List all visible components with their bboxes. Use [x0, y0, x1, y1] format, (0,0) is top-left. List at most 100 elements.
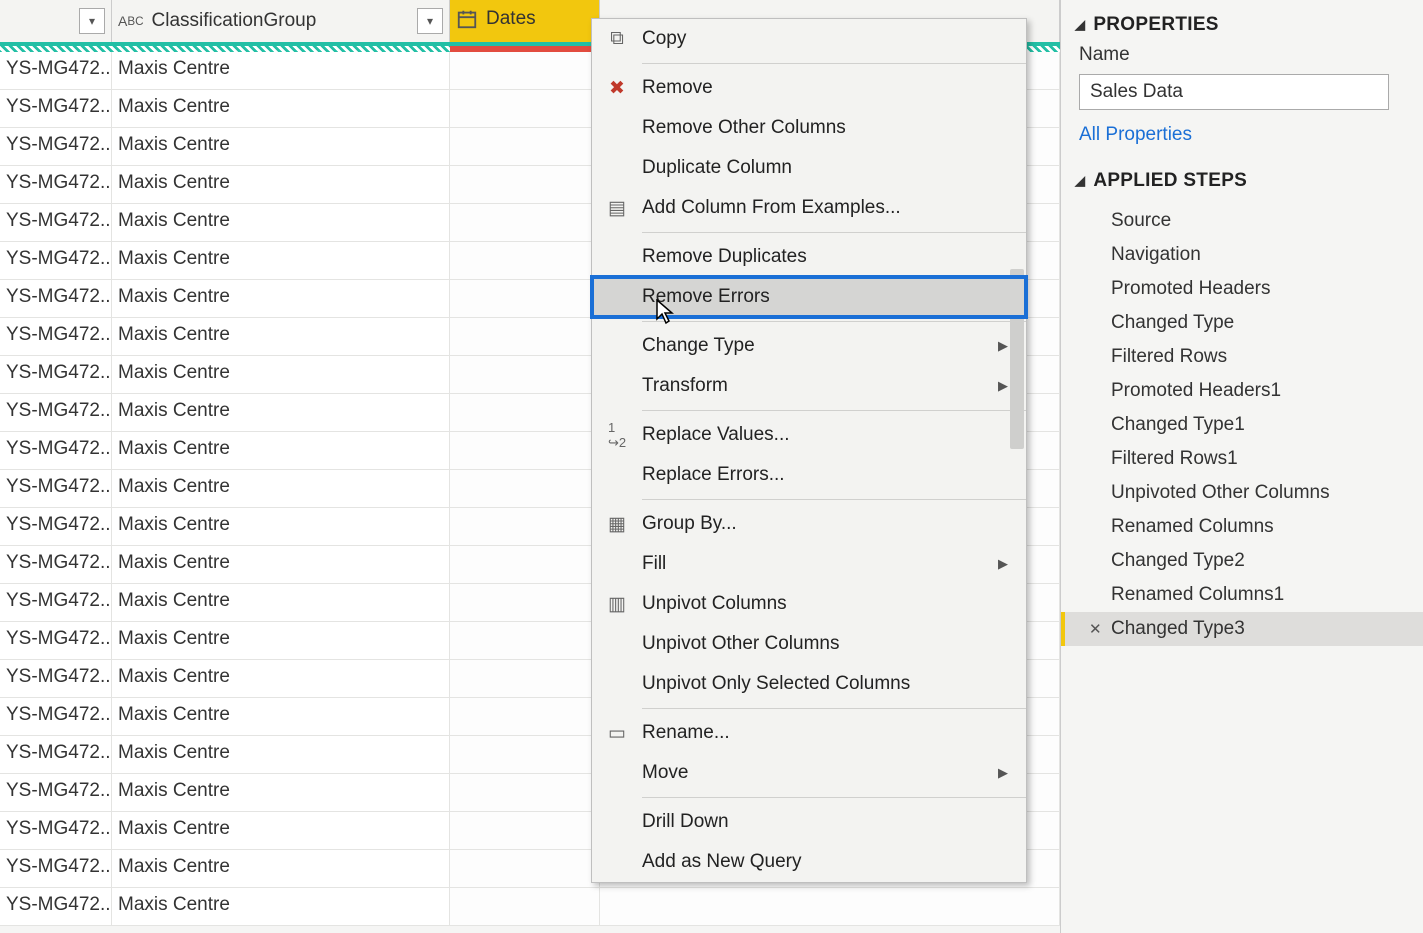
menu-change-type[interactable]: Change Type ▶	[592, 326, 1026, 366]
menu-add-column-from-examples[interactable]: ▤ Add Column From Examples...	[592, 188, 1026, 228]
menu-duplicate-column[interactable]: Duplicate Column	[592, 148, 1026, 188]
menu-add-as-new-query[interactable]: Add as New Query	[592, 842, 1026, 882]
menu-unpivot-columns[interactable]: ▥ Unpivot Columns	[592, 584, 1026, 624]
cell[interactable]: Maxis Centre	[112, 736, 450, 773]
cell[interactable]	[450, 546, 600, 583]
cell[interactable]	[450, 242, 600, 279]
cell[interactable]: YS-MG472...	[0, 622, 112, 659]
cell[interactable]: YS-MG472...	[0, 166, 112, 203]
menu-group-by[interactable]: ▦ Group By...	[592, 504, 1026, 544]
cell[interactable]	[450, 508, 600, 545]
cell[interactable]: Maxis Centre	[112, 698, 450, 735]
cell[interactable]: Maxis Centre	[112, 508, 450, 545]
menu-replace-errors[interactable]: Replace Errors...	[592, 455, 1026, 495]
cell[interactable]: Maxis Centre	[112, 622, 450, 659]
menu-unpivot-other-columns[interactable]: Unpivot Other Columns	[592, 624, 1026, 664]
cell[interactable]: YS-MG472...	[0, 432, 112, 469]
menu-move[interactable]: Move ▶	[592, 753, 1026, 793]
cell[interactable]: YS-MG472...	[0, 508, 112, 545]
cell[interactable]	[450, 812, 600, 849]
cell[interactable]: Maxis Centre	[112, 90, 450, 127]
cell[interactable]	[450, 204, 600, 241]
properties-section-header[interactable]: ◢ PROPERTIES	[1061, 8, 1423, 42]
cell[interactable]: YS-MG472...	[0, 660, 112, 697]
col-header-dates[interactable]: Dates	[450, 0, 600, 42]
cell[interactable]: Maxis Centre	[112, 128, 450, 165]
cell[interactable]: YS-MG472...	[0, 52, 112, 89]
cell[interactable]	[450, 280, 600, 317]
cell[interactable]: YS-MG472...	[0, 204, 112, 241]
cell[interactable]	[450, 318, 600, 355]
cell[interactable]	[450, 52, 600, 89]
cell[interactable]: Maxis Centre	[112, 584, 450, 621]
cell[interactable]	[450, 888, 600, 925]
cell[interactable]: YS-MG472...	[0, 356, 112, 393]
cell[interactable]: Maxis Centre	[112, 660, 450, 697]
applied-step-item[interactable]: Promoted Headers1	[1061, 374, 1423, 408]
applied-step-item[interactable]: Changed Type1	[1061, 408, 1423, 442]
cell[interactable]: YS-MG472...	[0, 90, 112, 127]
cell[interactable]: YS-MG472...	[0, 774, 112, 811]
menu-remove[interactable]: ✖ Remove	[592, 68, 1026, 108]
cell[interactable]: Maxis Centre	[112, 394, 450, 431]
applied-step-item[interactable]: Changed Type3	[1061, 612, 1423, 646]
cell[interactable]	[600, 888, 1060, 925]
cell[interactable]: YS-MG472...	[0, 736, 112, 773]
menu-rename[interactable]: ▭ Rename...	[592, 713, 1026, 753]
applied-step-item[interactable]: Filtered Rows	[1061, 340, 1423, 374]
cell[interactable]: YS-MG472...	[0, 280, 112, 317]
cell[interactable]: YS-MG472...	[0, 470, 112, 507]
cell[interactable]	[450, 850, 600, 887]
filter-dropdown-button[interactable]: ▾	[417, 8, 443, 34]
applied-step-item[interactable]: Changed Type	[1061, 306, 1423, 340]
menu-remove-other-columns[interactable]: Remove Other Columns	[592, 108, 1026, 148]
cell[interactable]: YS-MG472...	[0, 812, 112, 849]
cell[interactable]: Maxis Centre	[112, 52, 450, 89]
cell[interactable]: Maxis Centre	[112, 242, 450, 279]
applied-step-item[interactable]: Source	[1061, 204, 1423, 238]
cell[interactable]: Maxis Centre	[112, 812, 450, 849]
cell[interactable]	[450, 622, 600, 659]
cell[interactable]	[450, 166, 600, 203]
cell[interactable]: Maxis Centre	[112, 470, 450, 507]
cell[interactable]: Maxis Centre	[112, 850, 450, 887]
applied-steps-section-header[interactable]: ◢ APPLIED STEPS	[1061, 164, 1423, 198]
applied-step-item[interactable]: Changed Type2	[1061, 544, 1423, 578]
cell[interactable]	[450, 774, 600, 811]
cell[interactable]	[450, 394, 600, 431]
applied-step-item[interactable]: Promoted Headers	[1061, 272, 1423, 306]
cell[interactable]	[450, 356, 600, 393]
applied-step-item[interactable]: Unpivoted Other Columns	[1061, 476, 1423, 510]
cell[interactable]: YS-MG472...	[0, 242, 112, 279]
cell[interactable]	[450, 90, 600, 127]
cell[interactable]: YS-MG472...	[0, 394, 112, 431]
cell[interactable]	[450, 660, 600, 697]
table-row[interactable]: YS-MG472...Maxis Centre	[0, 888, 1060, 926]
applied-step-item[interactable]: Filtered Rows1	[1061, 442, 1423, 476]
query-name-input[interactable]	[1079, 74, 1389, 110]
menu-unpivot-only-selected-columns[interactable]: Unpivot Only Selected Columns	[592, 664, 1026, 704]
cell[interactable]	[450, 432, 600, 469]
menu-fill[interactable]: Fill ▶	[592, 544, 1026, 584]
applied-step-item[interactable]: Renamed Columns1	[1061, 578, 1423, 612]
cell[interactable]	[450, 736, 600, 773]
menu-remove-duplicates[interactable]: Remove Duplicates	[592, 237, 1026, 277]
cell[interactable]: Maxis Centre	[112, 356, 450, 393]
menu-remove-errors[interactable]: Remove Errors	[592, 277, 1026, 317]
cell[interactable]: YS-MG472...	[0, 850, 112, 887]
cell[interactable]: YS-MG472...	[0, 698, 112, 735]
cell[interactable]: Maxis Centre	[112, 774, 450, 811]
cell[interactable]: Maxis Centre	[112, 888, 450, 925]
menu-copy[interactable]: ⧉ Copy	[592, 19, 1026, 59]
cell[interactable]: Maxis Centre	[112, 280, 450, 317]
cell[interactable]: YS-MG472...	[0, 128, 112, 165]
cell[interactable]: YS-MG472...	[0, 546, 112, 583]
cell[interactable]	[450, 584, 600, 621]
cell[interactable]	[450, 698, 600, 735]
cell[interactable]: Maxis Centre	[112, 318, 450, 355]
cell[interactable]	[450, 470, 600, 507]
cell[interactable]: Maxis Centre	[112, 204, 450, 241]
cell[interactable]: Maxis Centre	[112, 546, 450, 583]
cell[interactable]: Maxis Centre	[112, 166, 450, 203]
menu-replace-values[interactable]: 1↪2 Replace Values...	[592, 415, 1026, 455]
